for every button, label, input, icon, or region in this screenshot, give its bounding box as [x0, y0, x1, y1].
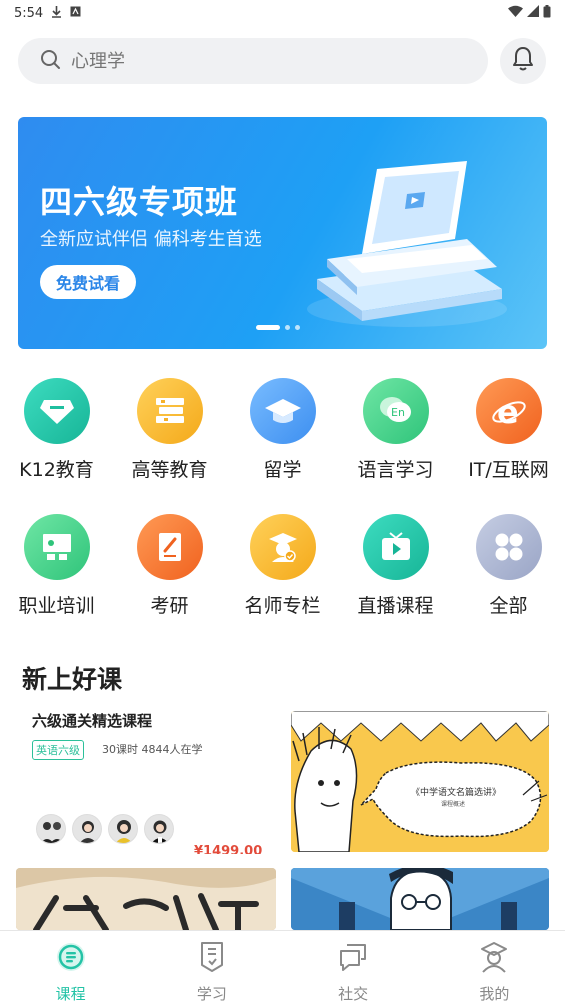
avatar: [108, 814, 138, 844]
course-thumbnail-image[interactable]: 《中学语文名篇选讲》 课程概述: [291, 711, 549, 852]
bell-icon: [511, 46, 535, 76]
course-thumbnail-image[interactable]: [291, 868, 549, 930]
avatar: [72, 814, 102, 844]
grid-all-icon: [475, 514, 542, 580]
category-row: K12教育 高等教育 留学 En 语言学习 e IT/互联网: [0, 378, 565, 498]
search-input[interactable]: [71, 50, 451, 72]
category-language[interactable]: En 语言学习: [339, 378, 452, 482]
cartoon-teacher-illustration: [291, 868, 549, 930]
teacher-badge-icon: [249, 514, 316, 580]
laptop-on-books-illustration: [307, 161, 507, 327]
banner-title: 四六级专项班: [40, 183, 239, 221]
paper-texture-illustration: [16, 868, 276, 930]
category-study-abroad[interactable]: 留学: [226, 378, 339, 482]
thumbnail-subtitle: 课程概述: [441, 801, 466, 808]
books-icon: [136, 378, 203, 444]
svg-text:e: e: [497, 394, 519, 428]
bottom-tab-bar: 课程 学习 社交 我的: [0, 930, 565, 1004]
course-title: 六级通关精选课程: [32, 712, 153, 730]
tv-play-icon: [362, 514, 429, 580]
section-title-new-courses: 新上好课: [22, 665, 123, 694]
category-label: 职业培训: [18, 595, 95, 617]
social-icon: [337, 941, 369, 977]
avatar: [144, 814, 174, 844]
tab-courses[interactable]: 课程: [0, 931, 141, 1004]
category-live-courses[interactable]: 直播课程: [339, 514, 452, 618]
course-icon: [55, 941, 87, 977]
tab-label: 社交: [338, 985, 369, 1003]
category-higher-education[interactable]: 高等教育: [113, 378, 226, 482]
avatar: [36, 814, 66, 844]
search-icon: [40, 49, 61, 74]
tab-study[interactable]: 学习: [141, 931, 282, 1004]
category-label: 语言学习: [357, 459, 434, 481]
category-famous-teachers[interactable]: 名师专栏: [226, 514, 339, 618]
chat-en-icon: En: [362, 378, 429, 444]
status-bar: 5:54: [0, 0, 565, 26]
course-card[interactable]: 六级通关精选课程 英语六级 30课时 4844人在学 ¥1499.00: [16, 704, 276, 854]
app-notification-icon: [70, 6, 81, 20]
browser-e-icon: e: [475, 378, 542, 444]
course-tag: 英语六级: [32, 740, 84, 760]
category-k12[interactable]: K12教育: [0, 378, 113, 482]
category-label: 留学: [263, 459, 302, 481]
course-meta: 30课时 4844人在学: [102, 743, 203, 756]
category-label: IT/互联网: [468, 459, 549, 481]
graduation-cap-icon: [249, 378, 316, 444]
tab-label: 学习: [196, 985, 227, 1003]
search-box[interactable]: [18, 38, 488, 84]
notification-bell-button[interactable]: [500, 38, 546, 84]
download-icon: [51, 5, 62, 21]
wifi-icon: [508, 5, 523, 21]
category-all[interactable]: 全部: [452, 514, 565, 618]
comic-illustration: [291, 711, 549, 852]
tab-profile[interactable]: 我的: [424, 931, 565, 1004]
course-price: ¥1499.00: [194, 844, 263, 854]
notebook-pen-icon: [136, 514, 203, 580]
pagination-dot-active: [256, 325, 280, 330]
profile-icon: [479, 941, 509, 977]
tab-label: 课程: [55, 985, 86, 1003]
study-icon: [198, 941, 226, 977]
thumbnail-title: 《中学语文名篇选讲》: [411, 788, 502, 798]
promo-banner[interactable]: 四六级专项班 全新应试伴侣 偏科考生首选 免费试看: [18, 117, 547, 349]
signal-icon: [527, 5, 539, 21]
free-trial-button[interactable]: 免费试看: [40, 265, 137, 299]
category-label: 直播课程: [357, 595, 434, 617]
category-label: 全部: [489, 595, 528, 617]
category-label: 名师专栏: [244, 595, 321, 617]
category-row: 职业培训 考研 名师专栏 直播课程 全部: [0, 514, 565, 634]
banner-subtitle: 全新应试伴侣 偏科考生首选: [40, 229, 262, 250]
teacher-avatars: [36, 814, 174, 844]
category-label: K12教育: [19, 459, 94, 481]
banner-pagination: [256, 325, 300, 330]
category-vocational[interactable]: 职业培训: [0, 514, 113, 618]
svg-text:En: En: [391, 406, 405, 419]
status-time: 5:54: [14, 5, 44, 21]
pagination-dot: [295, 325, 300, 330]
battery-icon: [543, 4, 551, 22]
course-thumbnail-image[interactable]: [16, 868, 276, 930]
tab-label: 我的: [479, 985, 510, 1003]
category-postgraduate-exam[interactable]: 考研: [113, 514, 226, 618]
search-row: [18, 37, 548, 85]
tab-social[interactable]: 社交: [283, 931, 424, 1004]
category-label: 高等教育: [131, 459, 208, 481]
pagination-dot: [285, 325, 290, 330]
diamond-icon: [23, 378, 90, 444]
category-label: 考研: [150, 595, 189, 617]
classroom-icon: [23, 514, 90, 580]
category-it-internet[interactable]: e IT/互联网: [452, 378, 565, 482]
